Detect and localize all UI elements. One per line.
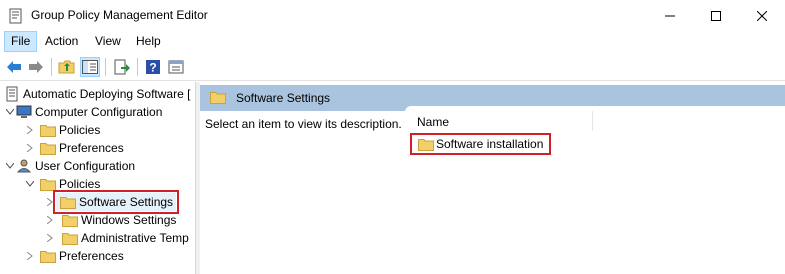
chevron-right-icon[interactable] — [44, 193, 56, 211]
folder-icon — [40, 123, 56, 137]
tree-item-cc-preferences[interactable]: Preferences — [24, 139, 124, 157]
toolbar-separator — [137, 58, 138, 76]
group-policy-icon — [8, 8, 24, 24]
tree-label: Software Settings — [79, 195, 174, 209]
window-title: Group Policy Management Editor — [31, 8, 208, 22]
toolbar-separator — [51, 58, 52, 76]
tree-label: Administrative Temp — [81, 231, 189, 245]
details-header-title: Software Settings — [236, 91, 331, 105]
tree-label: User Configuration — [35, 159, 136, 173]
folder-icon — [40, 177, 56, 191]
chevron-right-icon[interactable] — [24, 121, 36, 139]
title-bar: Group Policy Management Editor — [0, 0, 785, 31]
help-icon[interactable]: ? — [143, 57, 163, 77]
item-description: Select an item to view its description. — [205, 117, 402, 131]
computer-icon — [16, 105, 32, 119]
close-button[interactable] — [739, 0, 785, 31]
maximize-button[interactable] — [693, 0, 739, 31]
tree-item-windows-settings[interactable]: Windows Settings — [44, 211, 176, 229]
folder-icon — [62, 231, 78, 245]
tree-pane: Automatic Deploying Software [ Computer … — [0, 82, 196, 274]
tree-label: Policies — [59, 177, 101, 191]
list-item-label: Software installation — [436, 137, 544, 151]
tree-label: Automatic Deploying Software [ — [23, 87, 191, 101]
tree-item-computer-configuration[interactable]: Computer Configuration — [4, 103, 162, 121]
tree-item-uc-policies[interactable]: Policies — [24, 175, 100, 193]
folder-icon — [60, 195, 76, 209]
column-separator[interactable] — [592, 111, 593, 131]
minimize-button[interactable] — [647, 0, 693, 31]
folder-icon — [40, 141, 56, 155]
toolbar-separator — [105, 58, 106, 76]
tree-item-root[interactable]: Automatic Deploying Software [ — [4, 85, 190, 103]
menu-view[interactable]: View — [89, 31, 127, 52]
folder-icon — [62, 213, 78, 227]
details-pane: Software Settings Select an item to view… — [200, 82, 785, 274]
up-folder-icon[interactable] — [57, 57, 77, 77]
tree-label: Preferences — [59, 141, 124, 155]
tree-item-cc-policies[interactable]: Policies — [24, 121, 100, 139]
column-header-name[interactable]: Name — [417, 115, 449, 129]
menu-file[interactable]: File — [4, 31, 38, 52]
tree-label: Windows Settings — [81, 213, 177, 227]
properties-icon[interactable] — [166, 57, 186, 77]
tree-item-administrative-templates[interactable]: Administrative Temp — [44, 229, 189, 247]
chevron-down-icon[interactable] — [24, 175, 36, 193]
list-header: Name — [405, 106, 785, 136]
menu-help[interactable]: Help — [130, 31, 167, 52]
back-arrow-icon[interactable] — [4, 57, 24, 77]
menu-action[interactable]: Action — [39, 31, 84, 52]
forward-arrow-icon[interactable] — [26, 57, 46, 77]
policy-scroll-icon — [4, 86, 20, 102]
chevron-right-icon[interactable] — [24, 247, 36, 265]
tree-label: Preferences — [59, 249, 124, 263]
show-hide-tree-icon[interactable] — [80, 57, 100, 77]
list-item-software-installation[interactable]: Software installation — [410, 133, 552, 155]
user-icon — [16, 159, 32, 173]
chevron-right-icon[interactable] — [44, 229, 56, 247]
tree-item-user-configuration[interactable]: User Configuration — [4, 157, 135, 175]
chevron-right-icon[interactable] — [24, 139, 36, 157]
tree-item-software-settings[interactable]: Software Settings — [44, 190, 180, 214]
folder-icon — [418, 137, 434, 151]
chevron-down-icon[interactable] — [4, 103, 16, 121]
toolbar: ? — [0, 52, 785, 81]
menu-bar: File Action View Help — [0, 31, 785, 52]
svg-text:?: ? — [149, 61, 156, 75]
tree-item-uc-preferences[interactable]: Preferences — [24, 247, 124, 265]
tree-label: Computer Configuration — [35, 105, 163, 119]
selected-tree-node[interactable]: Software Settings — [52, 190, 180, 214]
chevron-right-icon[interactable] — [44, 211, 56, 229]
chevron-down-icon[interactable] — [4, 157, 16, 175]
tree-label: Policies — [59, 123, 101, 137]
folder-icon — [210, 91, 226, 105]
folder-icon — [40, 249, 56, 263]
export-list-icon[interactable] — [112, 57, 132, 77]
